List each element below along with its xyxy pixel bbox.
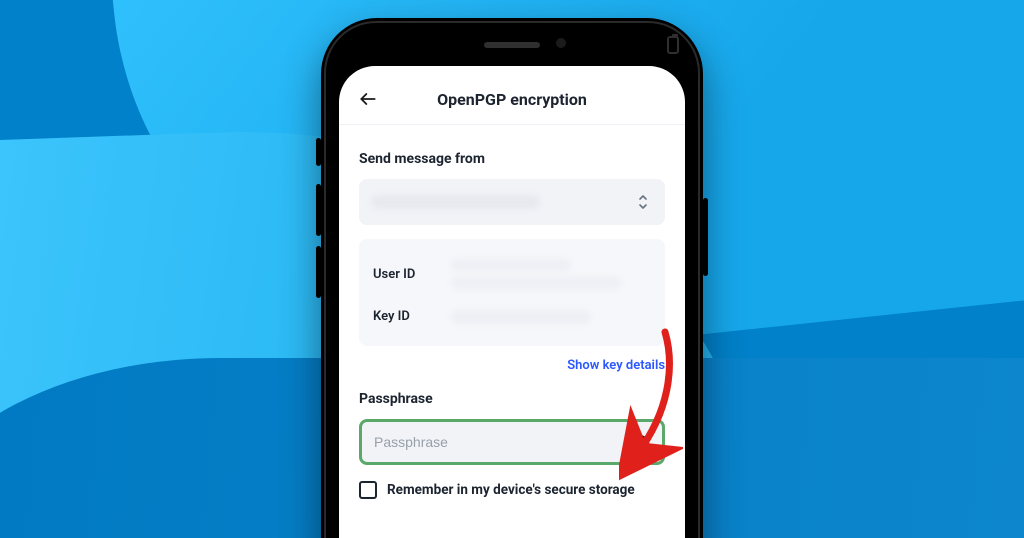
passphrase-label: Passphrase xyxy=(359,391,665,407)
user-id-value xyxy=(451,259,651,289)
phone-side-button xyxy=(703,198,708,276)
identity-card: User ID Key ID xyxy=(359,239,665,346)
remember-label: Remember in my device's secure storage xyxy=(387,482,635,498)
passphrase-field-highlight xyxy=(359,419,665,465)
remember-row: Remember in my device's secure storage xyxy=(359,481,665,499)
passphrase-input[interactable] xyxy=(374,434,628,450)
battery-icon xyxy=(667,36,679,54)
screen: OpenPGP encryption Send message from Use… xyxy=(339,66,685,538)
send-from-label: Send message from xyxy=(359,151,665,167)
chevron-up-down-icon xyxy=(637,193,653,211)
content: Send message from User ID xyxy=(339,125,685,519)
key-id-value xyxy=(451,310,651,324)
user-id-row: User ID xyxy=(371,249,653,299)
remember-checkbox[interactable] xyxy=(359,481,377,499)
show-key-details-link[interactable]: Show key details xyxy=(567,358,665,373)
eye-icon xyxy=(628,431,650,453)
header: OpenPGP encryption xyxy=(339,66,685,124)
user-id-label: User ID xyxy=(373,267,451,282)
stage: OpenPGP encryption Send message from Use… xyxy=(0,0,1024,538)
phone-side-button xyxy=(316,246,321,298)
redacted-text xyxy=(371,195,540,209)
redacted-text xyxy=(451,259,571,271)
phone-earpiece xyxy=(484,42,540,48)
phone-side-button xyxy=(316,138,321,166)
back-button[interactable] xyxy=(357,88,379,110)
key-id-row: Key ID xyxy=(371,299,653,334)
phone-frame: OpenPGP encryption Send message from Use… xyxy=(321,18,703,538)
redacted-text xyxy=(451,277,621,289)
phone-side-button xyxy=(316,184,321,236)
key-id-label: Key ID xyxy=(373,309,451,324)
show-key-details-row: Show key details xyxy=(359,354,665,373)
page-title: OpenPGP encryption xyxy=(379,90,667,109)
toggle-visibility-button[interactable] xyxy=(628,431,650,453)
redacted-text xyxy=(451,310,591,324)
send-from-select[interactable] xyxy=(359,179,665,225)
arrow-left-icon xyxy=(358,89,378,109)
phone-front-camera xyxy=(556,38,566,48)
passphrase-field-wrap xyxy=(359,419,665,465)
